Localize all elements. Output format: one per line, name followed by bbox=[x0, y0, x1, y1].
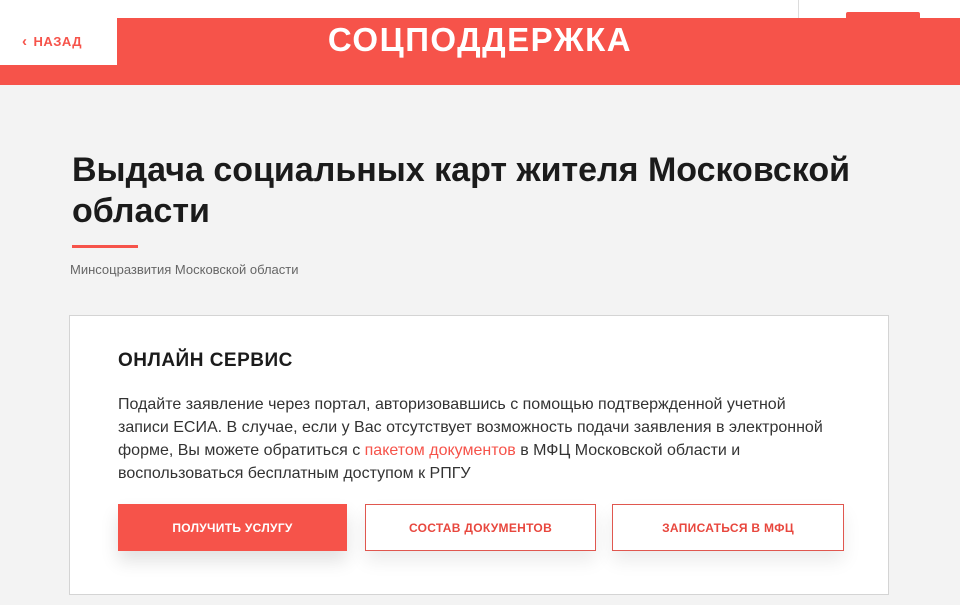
online-service-heading: ОНЛАЙН СЕРВИС bbox=[118, 350, 293, 371]
documents-list-button[interactable]: СОСТАВ ДОКУМЕНТОВ bbox=[365, 504, 596, 551]
top-strip bbox=[0, 0, 960, 18]
back-button-label: НАЗАД bbox=[33, 34, 83, 49]
page-title: Выдача социальных карт жителя Московской… bbox=[72, 151, 851, 230]
online-service-description: Подайте заявление через портал, авторизо… bbox=[118, 393, 828, 485]
mfc-appointment-button[interactable]: ЗАПИСАТЬСЯ В МФЦ bbox=[612, 504, 844, 551]
documents-package-link[interactable]: пакетом документов bbox=[365, 442, 516, 459]
chevron-left-icon: ‹ bbox=[22, 33, 28, 50]
online-service-card: ОНЛАЙН СЕРВИС Подайте заявление через по… bbox=[69, 315, 889, 595]
back-button[interactable]: ‹ НАЗАД bbox=[0, 18, 117, 65]
get-service-button[interactable]: ПОЛУЧИТЬ УСЛУГУ bbox=[118, 504, 347, 551]
brand-title: СОЦПОДДЕРЖКА bbox=[327, 21, 633, 58]
ministry-name: Минсоцразвития Московской области bbox=[70, 262, 299, 277]
top-strip-divider bbox=[798, 0, 799, 18]
title-underline bbox=[72, 245, 138, 248]
